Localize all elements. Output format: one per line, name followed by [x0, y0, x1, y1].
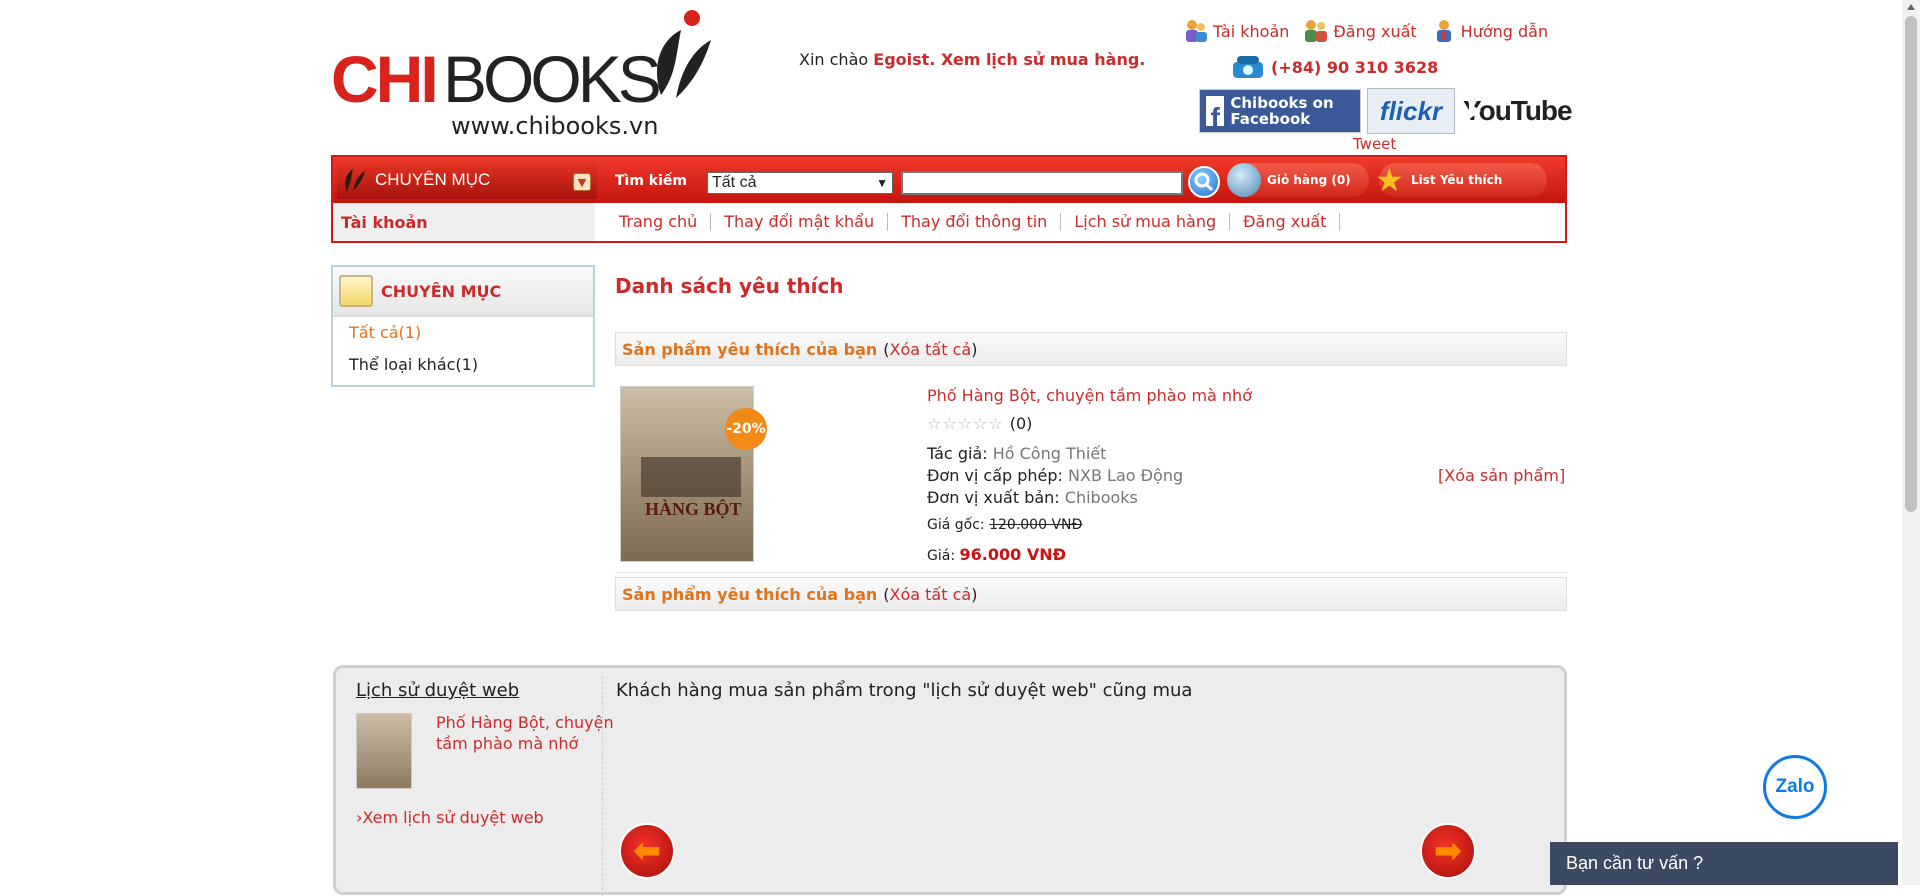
rating-stars-icon: ☆☆☆☆☆ [927, 414, 1004, 433]
browsing-history-panel: Lịch sử duyệt web Phố Hàng Bột, chuyện t… [333, 665, 1567, 896]
logout-icon [1305, 20, 1328, 42]
favorites-footer-bar: Sản phẩm yêu thích của bạn (Xóa tất cả) [615, 577, 1567, 611]
help-person-icon [1436, 20, 1451, 42]
wishlist-button[interactable]: ★ List Yêu thích [1375, 163, 1547, 197]
account-nav-order-history[interactable]: Lịch sử mua hàng [1061, 213, 1231, 231]
greeting: Xin chào Egoist. Xem lịch sử mua hàng. [799, 50, 1145, 69]
view-history-link[interactable]: ›Xem lịch sử duyệt web [356, 808, 544, 827]
top-link-account[interactable]: Tài khoản [1183, 18, 1289, 44]
main-toolbar: CHUYÊN MỤC ▼ Tìm kiếm Tất cả ▼ Giỏ hàng … [331, 155, 1567, 205]
social-links: f Chibooks on Facebook flickr YouTube [1199, 88, 1573, 134]
clear-all-link[interactable]: Xóa tất cả [890, 585, 972, 604]
history-product-link[interactable]: Phố Hàng Bột, chuyện tầm phào mà nhớ [436, 712, 616, 754]
zalo-chat-button[interactable]: Zalo [1763, 755, 1827, 819]
account-nav-change-info[interactable]: Thay đổi thông tin [888, 213, 1062, 231]
remove-product-link[interactable]: [Xóa sản phẩm] [1438, 466, 1565, 485]
search-button[interactable] [1188, 166, 1220, 198]
youtube-link[interactable]: YouTube [1461, 89, 1573, 133]
category-menu-label: CHUYÊN MỤC [375, 170, 491, 189]
page-title: Danh sách yêu thích [615, 274, 844, 298]
greeting-user-link[interactable]: Egoist. Xem lịch sử mua hàng. [873, 50, 1145, 69]
facebook-icon: f [1206, 96, 1225, 132]
svg-text:www.chibooks.vn: www.chibooks.vn [451, 112, 658, 140]
account-bar-title: Tài khoản [333, 203, 595, 241]
category-menu-button[interactable]: CHUYÊN MỤC ▼ [337, 161, 597, 199]
search-category-select[interactable]: Tất cả ▼ [707, 172, 893, 194]
cart-icon [1227, 163, 1261, 197]
history-title[interactable]: Lịch sử duyệt web [356, 680, 519, 701]
favorites-header-bar: Sản phẩm yêu thích của bạn (Xóa tất cả) [615, 332, 1567, 366]
product-name-link[interactable]: Phố Hàng Bột, chuyện tầm phào mà nhớ [927, 386, 1252, 405]
support-chat-bar[interactable]: Bạn cần tư vấn ? [1550, 842, 1898, 885]
arrow-left-icon: ⬅ [632, 831, 662, 871]
top-link-logout[interactable]: Đăng xuất [1303, 18, 1417, 44]
cart-button[interactable]: Giỏ hàng (0) [1227, 163, 1369, 197]
product-original-price: Giá gốc: 120.000 VNĐ [927, 517, 1083, 533]
account-bar: Tài khoản Trang chủ Thay đổi mật khẩu Th… [331, 203, 1567, 243]
sidebar-item-all[interactable]: Tất cả(1) [333, 317, 593, 349]
site-logo[interactable]: CHI BOOKS www.chibooks.vn [331, 10, 721, 140]
clear-all-link[interactable]: Xóa tất cả [890, 340, 972, 359]
flickr-link[interactable]: flickr [1367, 88, 1455, 134]
product-author: Tác giả: Hồ Công Thiết [927, 444, 1107, 463]
arrow-right-icon: ➡ [1433, 831, 1463, 871]
scrollbar-thumb[interactable] [1905, 16, 1917, 512]
svg-text:BOOKS: BOOKS [443, 42, 659, 116]
hotline: (+84) 90 310 3628 [1231, 54, 1438, 80]
star-icon: ★ [1375, 161, 1404, 199]
page-scrollbar[interactable] [1902, 0, 1920, 885]
carousel-prev-button[interactable]: ⬅ [619, 823, 675, 879]
account-nav: Trang chủ Thay đổi mật khẩu Thay đổi thô… [615, 203, 1341, 241]
search-label: Tìm kiếm [615, 173, 688, 189]
top-link-help[interactable]: Hướng dẫn [1431, 18, 1548, 44]
product-price: Giá: 96.000 VNĐ [927, 545, 1066, 564]
scroll-up-icon[interactable] [1907, 4, 1915, 10]
rating-count: (0) [1009, 414, 1033, 433]
sidebar-title: CHUYÊN MỤC [381, 281, 502, 301]
users-icon [1186, 20, 1207, 42]
tweet-link[interactable]: Tweet [1353, 135, 1396, 153]
favorites-bar-label: Sản phẩm yêu thích của bạn [622, 339, 878, 359]
account-nav-logout[interactable]: Đăng xuất [1230, 213, 1341, 231]
carousel-next-button[interactable]: ➡ [1420, 823, 1476, 879]
logo-mark-icon [345, 169, 365, 191]
category-sidebar: CHUYÊN MỤC Tất cả(1) Thể loại khác(1) [331, 265, 595, 387]
history-product-image[interactable] [356, 713, 412, 789]
discount-badge: -20% [725, 408, 767, 450]
divider [615, 572, 1567, 573]
greeting-text: Xin chào [799, 50, 869, 69]
top-links: Tài khoản Đăng xuất Hướng dẫn [1183, 18, 1548, 44]
account-nav-home[interactable]: Trang chủ [615, 213, 712, 231]
product-publisher: Đơn vị xuất bản: Chibooks [927, 488, 1138, 507]
chevron-down-icon: ▼ [573, 173, 591, 191]
account-nav-change-password[interactable]: Thay đổi mật khẩu [711, 213, 889, 231]
favorites-bar-label: Sản phẩm yêu thích của bạn [622, 584, 878, 604]
svg-text:CHI: CHI [331, 42, 436, 116]
search-input[interactable] [901, 171, 1183, 195]
folder-icon [339, 275, 373, 307]
sidebar-header: CHUYÊN MỤC [333, 267, 593, 317]
chevron-down-icon: ▼ [876, 176, 888, 190]
product-rating: ☆☆☆☆☆ (0) [927, 414, 1032, 433]
product-license: Đơn vị cấp phép: NXB Lao Động [927, 466, 1184, 485]
facebook-link[interactable]: f Chibooks on Facebook [1199, 89, 1361, 133]
also-bought-title: Khách hàng mua sản phẩm trong "lịch sử d… [616, 680, 1193, 701]
search-icon [1194, 172, 1214, 192]
phone-number: (+84) 90 310 3628 [1271, 57, 1439, 77]
sidebar-item-other[interactable]: Thể loại khác(1) [333, 349, 593, 381]
phone-icon [1233, 56, 1263, 78]
